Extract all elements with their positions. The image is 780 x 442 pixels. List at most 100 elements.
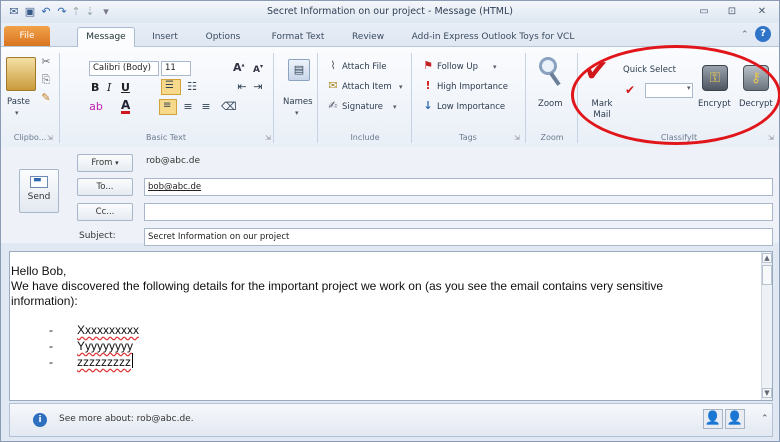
decrease-indent-icon[interactable]: ⇤ <box>235 80 249 94</box>
low-importance-icon: ↓ <box>423 99 433 112</box>
attach-item-button[interactable]: Attach Item <box>342 82 392 92</box>
scroll-thumb[interactable] <box>762 265 772 285</box>
tab-review[interactable]: Review <box>346 29 390 47</box>
from-label: From <box>91 158 113 168</box>
mark-mail-button[interactable]: Mark Mail <box>589 99 615 121</box>
body-line-2: information): <box>11 294 78 308</box>
attach-file-button[interactable]: Attach File <box>342 62 387 72</box>
classifyit-launcher-icon[interactable]: ⇲ <box>768 134 774 142</box>
zoom-button[interactable]: Zoom <box>538 99 563 109</box>
text-cursor <box>132 353 133 368</box>
font-size-combo[interactable]: 11 <box>161 61 191 76</box>
to-field[interactable]: bob@abc.de <box>144 178 773 196</box>
clipboard-launcher-icon[interactable]: ⇲ <box>47 134 53 142</box>
signature-button[interactable]: Signature <box>342 102 383 112</box>
follow-up-dropdown-icon[interactable]: ▾ <box>493 63 497 71</box>
maximize-button[interactable]: ⊡ <box>721 5 743 19</box>
grow-font-icon[interactable]: A▴ <box>233 61 245 74</box>
numbering-icon[interactable]: ☷ <box>185 80 199 94</box>
basic-text-launcher-icon[interactable]: ⇲ <box>265 134 271 142</box>
from-button[interactable]: From ▾ <box>77 154 133 172</box>
separator <box>577 53 578 143</box>
tab-file[interactable]: File <box>4 26 50 46</box>
italic-icon[interactable]: I <box>107 81 111 94</box>
names-dropdown-icon[interactable]: ▾ <box>295 109 299 117</box>
bold-icon[interactable]: B <box>91 81 99 94</box>
encrypt-button[interactable]: Encrypt <box>698 99 731 109</box>
clear-formatting-icon[interactable]: ⌫ <box>221 100 237 114</box>
align-left-button[interactable]: ≡ <box>159 99 177 115</box>
tab-outlook-toys[interactable]: Add-in Express Outlook Toys for VCL <box>405 29 581 47</box>
signature-icon: ✍ <box>328 99 338 112</box>
cut-icon[interactable]: ✂ <box>39 55 53 69</box>
signature-dropdown-icon[interactable]: ▾ <box>393 103 397 111</box>
low-importance-button[interactable]: Low Importance <box>437 102 505 112</box>
bullet-dash-2: - <box>49 339 53 353</box>
checkmark-icon: ✔ <box>584 54 610 89</box>
tab-format-text[interactable]: Format Text <box>263 29 333 47</box>
window-title: Secret Information on our project - Mess… <box>267 6 513 17</box>
bullet-dash-1: - <box>49 323 53 337</box>
bullets-button[interactable]: ☰ <box>161 79 181 95</box>
minimize-button[interactable]: ▭ <box>693 5 715 19</box>
people-pane-text[interactable]: See more about: rob@abc.de. <box>59 414 194 424</box>
flag-icon: ⚑ <box>423 59 433 72</box>
decrypt-button[interactable]: Decrypt <box>739 99 773 109</box>
names-button[interactable]: Names <box>283 97 313 107</box>
follow-up-button[interactable]: Follow Up <box>437 62 478 72</box>
tab-options[interactable]: Options <box>199 29 247 47</box>
cc-field[interactable] <box>144 203 773 221</box>
zoom-group-label: Zoom <box>540 133 564 142</box>
font-color-icon[interactable]: A <box>121 99 131 114</box>
quick-select-combo[interactable] <box>645 83 693 98</box>
classifyit-group-label: ClassifyIt <box>660 133 698 142</box>
to-button[interactable]: To... <box>77 178 133 196</box>
attach-item-dropdown-icon[interactable]: ▾ <box>399 83 403 91</box>
encrypt-icon: ⚿ <box>702 65 728 91</box>
subject-field[interactable]: Secret Information on our project <box>144 228 773 246</box>
info-icon: i <box>33 413 47 427</box>
bullet-dash-3: - <box>49 355 53 369</box>
underline-icon[interactable]: U <box>121 81 130 94</box>
tab-insert[interactable]: Insert <box>144 29 186 47</box>
high-importance-icon: ! <box>425 79 431 92</box>
shrink-font-icon[interactable]: A▾ <box>253 63 263 75</box>
contact-photo-icon-2[interactable]: 👤 <box>725 409 745 429</box>
send-button[interactable]: ▬ Send <box>19 169 59 213</box>
attach-item-icon: ✉ <box>328 79 338 92</box>
scroll-down-icon[interactable]: ▼ <box>762 388 772 398</box>
zoom-icon <box>539 57 563 91</box>
paste-dropdown-icon[interactable]: ▾ <box>15 109 19 117</box>
separator <box>273 53 274 143</box>
paperclip-icon: ⌇ <box>330 59 336 72</box>
send-label: Send <box>27 192 51 202</box>
to-recipient[interactable]: bob@abc.de <box>148 182 201 192</box>
format-painter-icon[interactable]: ✎ <box>39 91 53 105</box>
align-right-icon[interactable]: ≡ <box>199 100 213 114</box>
from-value: rob@abc.de <box>146 156 201 166</box>
align-center-icon[interactable]: ≡ <box>181 100 195 114</box>
font-name-combo[interactable]: Calibri (Body) <box>89 61 159 76</box>
separator <box>411 53 412 143</box>
scroll-up-icon[interactable]: ▲ <box>762 253 772 263</box>
contact-photo-icon[interactable]: 👤 <box>703 409 723 429</box>
bullet-item-2: Yyyyyyyyy <box>77 339 134 353</box>
help-icon[interactable]: ? <box>755 26 771 42</box>
bullet-item-1: Xxxxxxxxxx <box>77 323 140 337</box>
quick-select-dropdown-icon[interactable]: ▾ <box>687 84 691 92</box>
close-button[interactable]: ✕ <box>751 5 773 19</box>
include-group-label: Include <box>350 133 380 142</box>
highlight-icon[interactable]: ab <box>89 100 103 114</box>
high-importance-button[interactable]: High Importance <box>437 82 508 92</box>
collapse-ribbon-icon[interactable]: ⌃ <box>741 30 749 40</box>
separator <box>525 53 526 143</box>
increase-indent-icon[interactable]: ⇥ <box>251 80 265 94</box>
expand-people-pane-icon[interactable]: ⌃ <box>761 414 769 424</box>
quick-select-label: Quick Select <box>623 65 676 75</box>
copy-icon[interactable]: ⎘ <box>39 73 53 87</box>
tags-launcher-icon[interactable]: ⇲ <box>514 134 520 142</box>
small-checkmark-icon[interactable]: ✔ <box>625 83 635 97</box>
tab-message[interactable]: Message <box>77 27 135 48</box>
paste-button[interactable]: Paste <box>7 97 30 107</box>
cc-button[interactable]: Cc... <box>77 203 133 221</box>
